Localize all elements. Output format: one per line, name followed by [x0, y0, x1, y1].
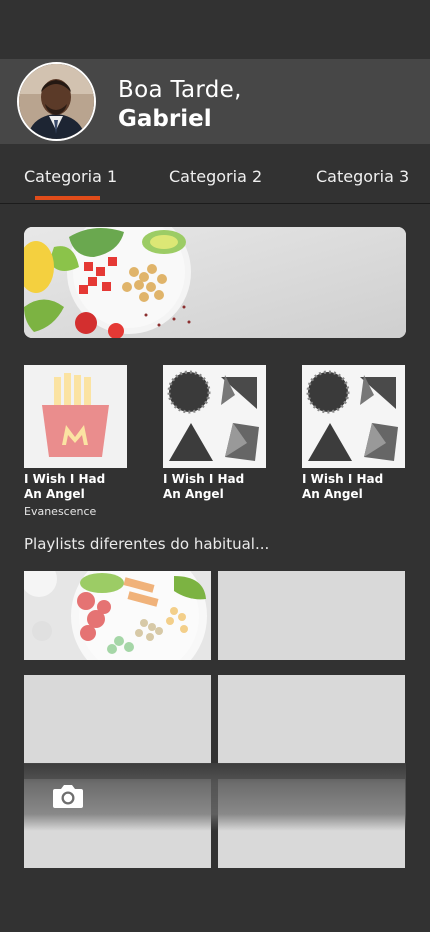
abstract-shapes-art [302, 365, 405, 468]
playlist-tile[interactable] [218, 571, 405, 660]
greeting-text: Boa Tarde, [118, 77, 242, 103]
album-cover [302, 365, 405, 468]
album-card[interactable]: I Wish I Had An Angel [163, 365, 266, 502]
avatar-photo [19, 64, 94, 139]
category-tabs: Categoria 1 Categoria 2 Categoria 3 [0, 167, 430, 204]
album-title-line1: I Wish I Had [302, 472, 384, 486]
featured-banner[interactable] [24, 227, 406, 338]
tab-categoria-2[interactable]: Categoria 2 [169, 167, 262, 186]
fries-icon [24, 365, 127, 468]
user-name: Gabriel [118, 106, 212, 132]
playlists-heading: Playlists diferentes do habitual... [24, 535, 270, 553]
abstract-shapes-art [163, 365, 266, 468]
playlist-tile[interactable] [24, 571, 211, 660]
album-artist: Evanescence [24, 505, 97, 518]
album-card[interactable]: I Wish I Had An Angel [302, 365, 405, 502]
album-title-line2: An Angel [302, 487, 363, 501]
album-card[interactable]: I Wish I Had An Angel Evanescence [24, 365, 127, 519]
active-tab-indicator [35, 196, 100, 200]
playlist-tile[interactable] [24, 675, 211, 764]
tab-categoria-1[interactable]: Categoria 1 [24, 167, 117, 186]
playlist-tile[interactable] [218, 675, 405, 764]
album-cover [24, 365, 127, 468]
album-title-line2: An Angel [163, 487, 224, 501]
album-title-line2: An Angel [24, 487, 85, 501]
avatar[interactable] [17, 62, 96, 141]
tab-categoria-3[interactable]: Categoria 3 [316, 167, 409, 186]
album-title-line1: I Wish I Had [24, 472, 106, 486]
album-title-line1: I Wish I Had [163, 472, 245, 486]
food-banner-image [24, 227, 406, 338]
greeting-header: Boa Tarde, Gabriel [0, 59, 430, 144]
salad-image [24, 571, 211, 660]
album-cover [163, 365, 266, 468]
camera-icon[interactable] [52, 783, 84, 809]
